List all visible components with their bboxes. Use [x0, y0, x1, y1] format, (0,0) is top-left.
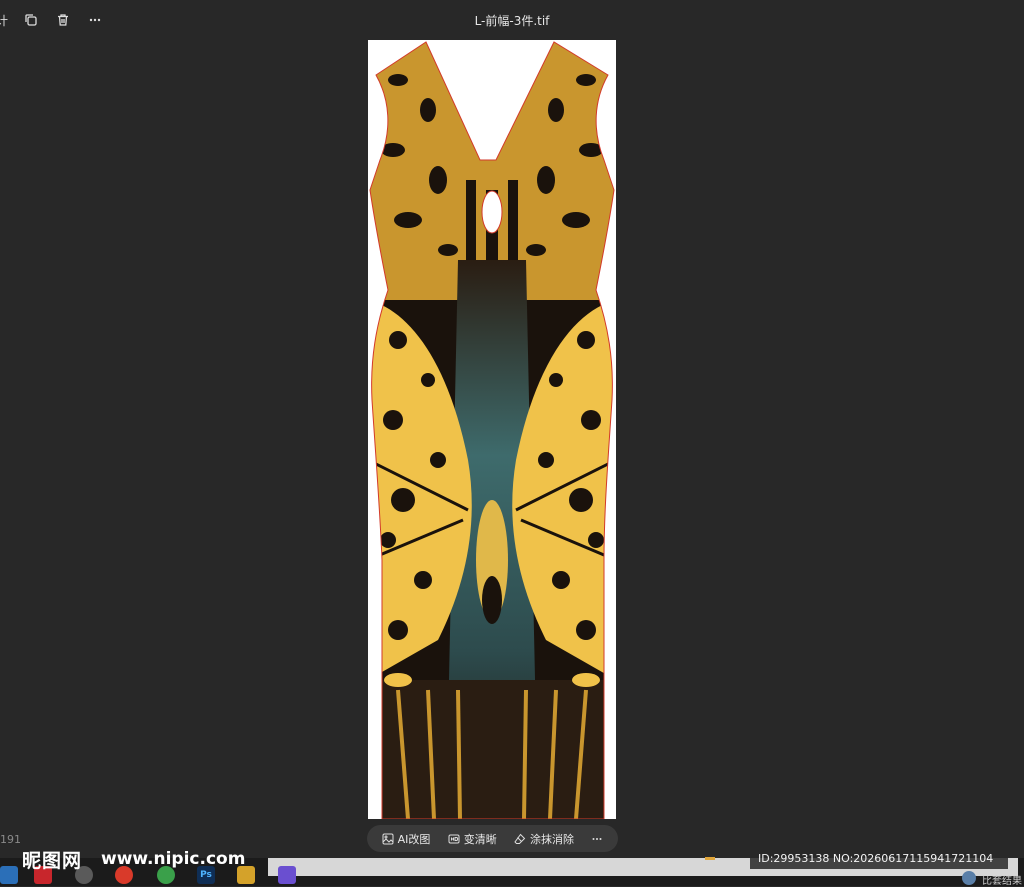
dress-pattern-image	[369, 41, 615, 820]
hd-icon	[448, 834, 460, 843]
ai-edit-button[interactable]: AI改图	[382, 831, 431, 847]
watermark-logo: 昵图网	[22, 850, 83, 872]
erase-label: 涂抹消除	[530, 832, 575, 846]
top-bar: 计 L-前幅-3件.tif	[0, 0, 1024, 38]
eraser-icon	[514, 833, 526, 844]
tray-icon[interactable]	[962, 871, 976, 885]
erase-button[interactable]: 涂抹消除	[514, 831, 574, 847]
image-edit-icon	[382, 833, 394, 844]
toolbar-more-button[interactable]	[591, 833, 603, 845]
enhance-button[interactable]: 变清晰	[448, 831, 497, 847]
watermark-url: www.nipic.com	[101, 849, 246, 869]
file-title: L-前幅-3件.tif	[474, 14, 550, 28]
more-icon	[592, 837, 602, 840]
photoshop-label: Ps	[200, 870, 212, 880]
taskbar-indicator	[705, 857, 715, 860]
ai-edit-label: AI改图	[397, 832, 431, 846]
tray-text: 比套结果	[982, 876, 1022, 887]
side-number: 191	[0, 833, 21, 846]
app-icon-1[interactable]	[0, 866, 18, 884]
image-preview	[368, 40, 616, 820]
enhance-label: 变清晰	[463, 832, 497, 846]
watermark-id: ID:29953138 NO:20260617115941721104	[750, 847, 1008, 869]
image-toolbar: AI改图 变清晰 涂抹消除	[367, 825, 618, 852]
app-icon-8[interactable]	[278, 866, 296, 884]
